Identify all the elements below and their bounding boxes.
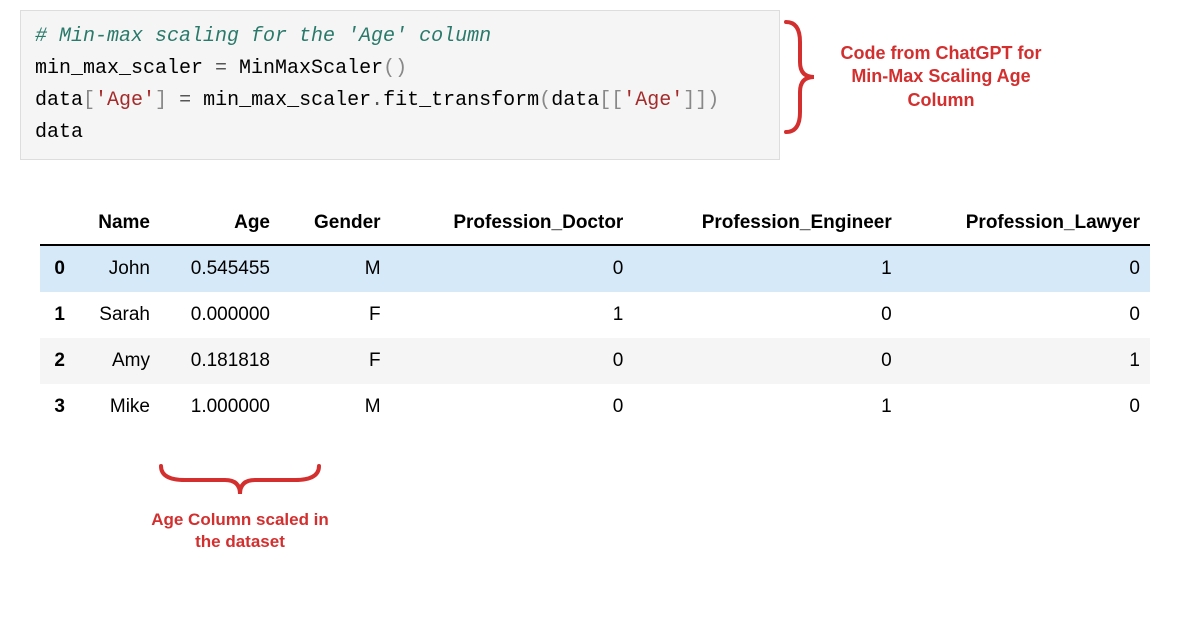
cell-idx: 0 [40,245,75,292]
cell-gender: M [280,384,391,430]
cell-lawyer: 0 [902,384,1150,430]
col-index [40,200,75,245]
table-header-row: Name Age Gender Profession_Doctor Profes… [40,200,1150,245]
cell-idx: 2 [40,338,75,384]
col-name: Name [75,200,160,245]
cell-gender: M [280,245,391,292]
annotation-age-text: Age Column scaled in the dataset [140,509,340,553]
code-comment: # Min-max scaling for the 'Age' column [35,21,765,53]
code-line-3: data['Age'] = min_max_scaler.fit_transfo… [35,85,765,117]
cell-idx: 3 [40,384,75,430]
cell-age: 0.181818 [160,338,280,384]
code-line-4: data [35,117,765,149]
cell-name: Amy [75,338,160,384]
cell-engineer: 0 [633,338,901,384]
code-line-2: min_max_scaler = MinMaxScaler() [35,53,765,85]
cell-age: 0.000000 [160,292,280,338]
cell-doctor: 0 [391,245,634,292]
cell-name: John [75,245,160,292]
cell-age: 1.000000 [160,384,280,430]
brace-icon [778,18,818,136]
table-row: 0 John 0.545455 M 0 1 0 [40,245,1150,292]
cell-doctor: 0 [391,384,634,430]
cell-name: Sarah [75,292,160,338]
col-age: Age [160,200,280,245]
dataframe-output: Name Age Gender Profession_Doctor Profes… [40,200,1150,430]
cell-gender: F [280,292,391,338]
col-lawyer: Profession_Lawyer [902,200,1150,245]
cell-doctor: 0 [391,338,634,384]
cell-doctor: 1 [391,292,634,338]
cell-lawyer: 0 [902,292,1150,338]
cell-engineer: 0 [633,292,901,338]
col-gender: Gender [280,200,391,245]
cell-lawyer: 1 [902,338,1150,384]
cell-idx: 1 [40,292,75,338]
annotation-code: Code from ChatGPT for Min-Max Scaling Ag… [778,18,1058,136]
data-table: Name Age Gender Profession_Doctor Profes… [40,200,1150,430]
annotation-code-text: Code from ChatGPT for Min-Max Scaling Ag… [824,42,1058,112]
cell-lawyer: 0 [902,245,1150,292]
col-engineer: Profession_Engineer [633,200,901,245]
annotation-age: Age Column scaled in the dataset [140,460,340,553]
table-row: 1 Sarah 0.000000 F 1 0 0 [40,292,1150,338]
table-row: 3 Mike 1.000000 M 0 1 0 [40,384,1150,430]
cell-gender: F [280,338,391,384]
brace-icon [155,460,325,500]
cell-engineer: 1 [633,384,901,430]
col-doctor: Profession_Doctor [391,200,634,245]
cell-age: 0.545455 [160,245,280,292]
cell-engineer: 1 [633,245,901,292]
table-row: 2 Amy 0.181818 F 0 0 1 [40,338,1150,384]
code-block: # Min-max scaling for the 'Age' column m… [20,10,780,160]
cell-name: Mike [75,384,160,430]
